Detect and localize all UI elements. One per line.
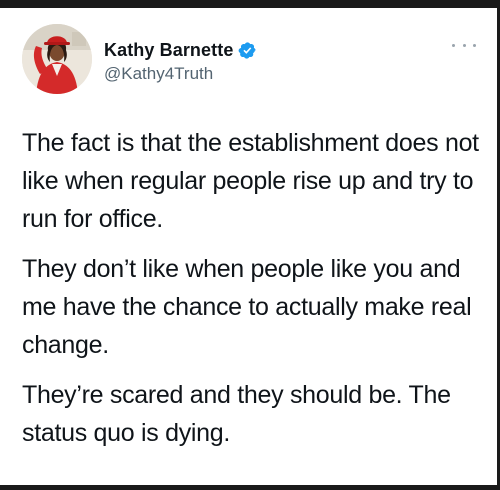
- bottom-edge-bar: [0, 485, 500, 490]
- tweet-paragraph: They don’t like when people like you and…: [22, 255, 472, 359]
- verified-badge-icon: [238, 41, 257, 60]
- tweet-header: Kathy Barnette @Kathy4Truth: [18, 24, 478, 98]
- tweet-card: Kathy Barnette @Kathy4Truth The fact is …: [0, 8, 497, 485]
- handle[interactable]: @Kathy4Truth: [104, 64, 257, 84]
- display-name[interactable]: Kathy Barnette: [104, 40, 233, 61]
- tweet-paragraph: They’re scared and they should be. The s…: [22, 381, 451, 447]
- avatar-image: [22, 24, 92, 94]
- avatar[interactable]: [22, 24, 92, 94]
- author-info: Kathy Barnette @Kathy4Truth: [104, 38, 257, 84]
- tweet-text: The fact is that the establishment does …: [22, 124, 482, 464]
- top-edge-bar: [0, 0, 500, 8]
- tweet-paragraph: The fact is that the establishment does …: [22, 129, 479, 233]
- more-options-icon[interactable]: [452, 38, 476, 52]
